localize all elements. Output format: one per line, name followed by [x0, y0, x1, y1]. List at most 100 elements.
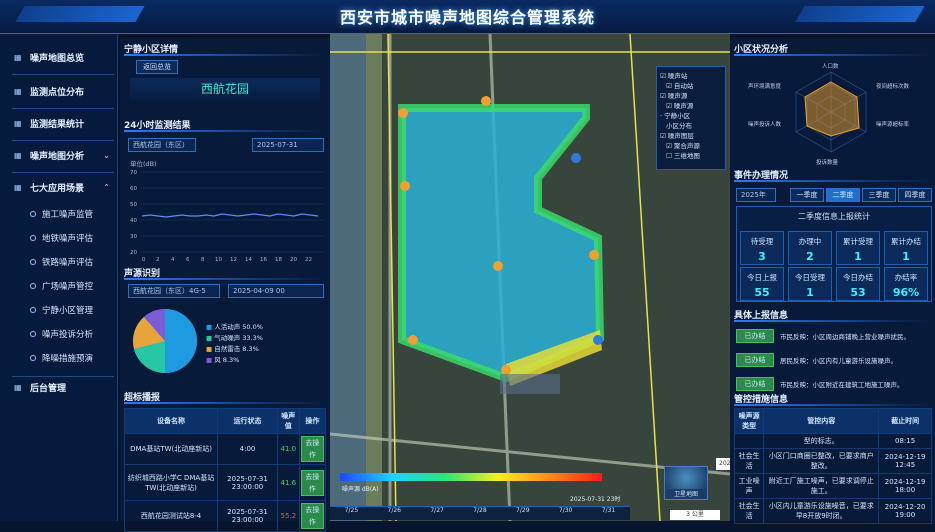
svg-text:4: 4: [171, 257, 175, 263]
cell-status: 2025-07-31 23:00:00: [217, 500, 278, 532]
sub-item-reduction[interactable]: 降噪措施预演: [30, 348, 116, 368]
legend-time: 2025-07-31 23时: [570, 496, 621, 503]
report-text: 市民反映：小区周边商铺晚上营业噪声扰民。: [780, 333, 910, 341]
measures-table: 噪声源类型 管控内容 截止时间 型的标志。 08:15 社会生活 小区门口商圈已整改…: [733, 408, 932, 524]
list-item[interactable]: 已办结 市民反映：小区周边商铺晚上营业噪声扰民。: [736, 324, 932, 348]
stat-value: 3: [758, 250, 766, 263]
op-button[interactable]: 去操作: [300, 469, 324, 496]
legend-item: ■ 气动噪声 33.3%: [206, 334, 263, 342]
layer-label: 三维地图: [673, 152, 700, 160]
year-select[interactable]: 2025年: [736, 188, 776, 202]
layer-item[interactable]: ☑ 噪声图层: [660, 130, 722, 140]
tab-q4[interactable]: 四季度: [898, 188, 932, 202]
stat-cell: 今日办结 53: [836, 267, 880, 301]
layer-item[interactable]: ☑ 聚合声源: [660, 140, 722, 150]
table-row: 西航花园测试站8-4 2025-07-31 23:00:00 55.2 去操作: [123, 500, 327, 532]
cell-type: 社会生活: [733, 498, 765, 524]
layer-label: 噪声站: [667, 72, 688, 80]
stat-label: 今日上报: [747, 273, 777, 282]
svg-text:60: 60: [130, 186, 137, 192]
noise-map[interactable]: ☑ 噪声站 ☑ 自动站 ☑ 噪声源 ☑ 噪声源 · 宁静小区 小区分布 ☑ 噪声…: [330, 34, 730, 521]
sub-item-railway[interactable]: 铁路噪声评估: [30, 252, 116, 272]
timeline-tick[interactable]: 7/30: [559, 507, 572, 520]
globe-icon: [665, 467, 707, 489]
satellite-toggle[interactable]: 卫星地图: [664, 466, 708, 500]
layer-item[interactable]: 小区分布: [660, 120, 722, 130]
cell-value: 55.2: [276, 500, 300, 532]
layer-item[interactable]: ☐ 三维地图: [660, 150, 722, 160]
timeline-tick[interactable]: 7/28: [473, 507, 486, 520]
timeline-tick[interactable]: 7/27: [430, 507, 443, 520]
nav-label: 监测点位分布: [30, 87, 85, 98]
scale-bar: 3 公里: [670, 510, 720, 520]
grid-icon: ▦: [14, 150, 22, 160]
sub-item-construction[interactable]: 施工噪声监管: [30, 204, 116, 224]
nav-item-scenarios[interactable]: ▦ 七大应用场景 ⌃: [14, 176, 114, 198]
timeline-tick[interactable]: 7/31: [602, 507, 615, 520]
svg-text:40: 40: [130, 218, 137, 224]
op-button[interactable]: 去操作: [300, 503, 324, 529]
left-panel: 宁静小区详情 返回总览 西航花园 24小时监测结果 西航花园（东区） 2025-…: [120, 38, 330, 532]
circle-icon: [30, 211, 36, 217]
monitor-date-picker[interactable]: 2025-07-31: [252, 138, 324, 152]
col-header: 操作: [298, 408, 327, 434]
divider: [12, 172, 114, 173]
circle-icon: [30, 355, 36, 361]
divider: [12, 74, 114, 75]
timeline-tick[interactable]: 7/26: [388, 507, 401, 520]
table-row: 社会生活 小区门口商圈已整改，已要求商户整改。 2024-12-19 12:45: [733, 448, 932, 474]
layer-item[interactable]: ☑ 噪声源: [660, 90, 722, 100]
sub-item-label: 广场噪声管控: [42, 282, 94, 292]
nav-item-points[interactable]: ▦ 监测点位分布: [14, 80, 114, 102]
nav-item-admin[interactable]: ▦ 后台管理: [14, 376, 114, 398]
list-item[interactable]: 已办结 居民反映：小区内有儿童游乐设施噪声。: [736, 348, 932, 372]
status-badge: 已办结: [736, 353, 774, 367]
grid-icon: ▦: [14, 52, 22, 62]
radar-label: 投诉数量: [816, 160, 839, 166]
cell-time: 2024-12-19 12:45: [878, 448, 932, 474]
year-select[interactable]: 2025: [716, 458, 730, 470]
sub-item-complaint[interactable]: 噪声投诉分析: [30, 324, 116, 344]
nav-item-overview[interactable]: ▦ 噪声地图总览: [14, 46, 114, 68]
layer-label: 噪声源: [667, 92, 688, 100]
grid-icon: ▦: [14, 118, 22, 128]
stat-label: 今日受理: [795, 273, 825, 282]
divider: [12, 140, 114, 141]
timeline-tick[interactable]: 7/25: [345, 507, 358, 520]
tab-q3[interactable]: 三季度: [862, 188, 896, 202]
op-button[interactable]: 去操作: [300, 436, 324, 462]
nav-item-stats[interactable]: ▦ 监测结果统计: [14, 112, 114, 134]
layer-label: 小区分布: [666, 122, 692, 130]
stat-value: 55: [754, 286, 770, 299]
layer-item[interactable]: ☑ 噪声站: [660, 70, 722, 80]
stat-value: 1: [806, 286, 814, 299]
nav-label: 噪声地图总览: [30, 53, 85, 64]
stat-cell: 累计受理 1: [836, 231, 880, 265]
sub-item-quiet-community[interactable]: 宁静小区管理: [30, 300, 116, 320]
svg-text:50: 50: [130, 202, 137, 208]
source-site-select[interactable]: 西航花园（东区）4G-5: [128, 284, 220, 298]
monitor-site-select[interactable]: 西航花园（东区）: [128, 138, 196, 152]
source-date-picker[interactable]: 2025-04-09 00: [228, 284, 324, 298]
title-underline: [124, 54, 324, 56]
report-text: 居民反映：小区内有儿童游乐设施噪声。: [780, 357, 897, 365]
cell-value: 41.6: [276, 464, 300, 501]
timeline[interactable]: 7/25 7/26 7/27 7/28 7/29 7/30 7/31: [330, 506, 630, 520]
layer-item[interactable]: · 宁静小区: [660, 110, 722, 120]
back-button[interactable]: 返回总览: [136, 60, 178, 74]
sub-item-square[interactable]: 广场噪声管控: [30, 276, 116, 296]
tab-q1[interactable]: 一季度: [790, 188, 824, 202]
layer-item[interactable]: ☑ 自动站: [660, 80, 722, 90]
sub-item-metro[interactable]: 地铁噪声评估: [30, 228, 116, 248]
timeline-tick[interactable]: 7/29: [516, 507, 529, 520]
stat-value: 1: [902, 250, 910, 263]
stat-label: 办结率: [894, 273, 918, 282]
nav-item-analysis[interactable]: ▦ 噪声地图分析 ⌄: [14, 144, 114, 166]
title-underline: [734, 54, 930, 56]
radar-label: 人口数: [822, 64, 839, 70]
layer-label: 聚合声源: [673, 142, 700, 150]
layer-item[interactable]: ☑ 噪声源: [660, 100, 722, 110]
layer-label: 自动站: [673, 82, 694, 90]
tab-q2[interactable]: 二季度: [826, 188, 860, 202]
nav-label: 后台管理: [30, 383, 67, 394]
